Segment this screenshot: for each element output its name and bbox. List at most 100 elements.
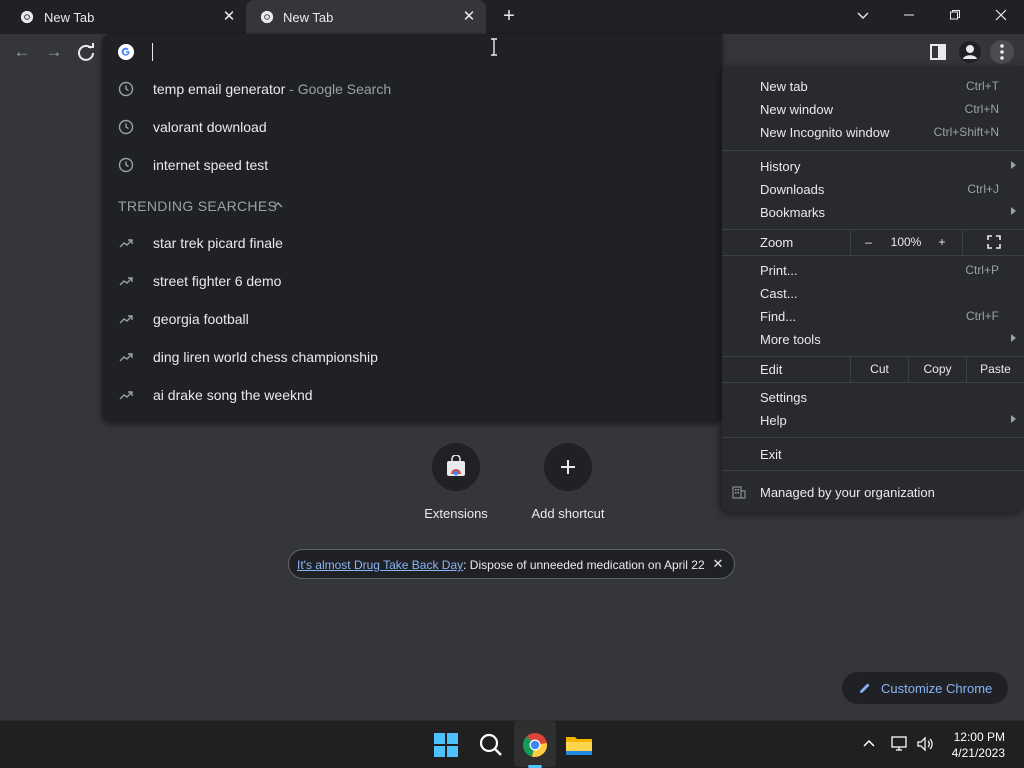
menu-print[interactable]: Print... Ctrl+P (722, 259, 1024, 282)
customize-chrome-button[interactable]: Customize Chrome (842, 672, 1008, 704)
history-icon (118, 81, 134, 97)
trending-text: ai drake song the weeknd (153, 387, 313, 403)
text-cursor (152, 43, 153, 61)
tab-title: New Tab (283, 10, 334, 25)
chrome-icon[interactable] (519, 729, 551, 761)
promo-link[interactable]: It's almost Drug Take Back Day (297, 558, 463, 572)
chrome-menu: New tab Ctrl+T New window Ctrl+N New Inc… (722, 66, 1024, 512)
menu-more-tools[interactable]: More tools (722, 328, 1024, 351)
tab-search-chevron-icon[interactable] (840, 0, 886, 30)
submenu-arrow-icon (1011, 207, 1016, 215)
menu-shortcut: Ctrl+N (964, 102, 999, 116)
suggestion-item[interactable]: valorant download (102, 108, 722, 146)
trending-item[interactable]: ai drake song the weeknd (102, 376, 722, 414)
close-tab-icon[interactable]: ✕ (220, 8, 238, 26)
tab-title: New Tab (44, 10, 95, 25)
zoom-out-button[interactable]: – (850, 229, 886, 255)
menu-label: History (760, 159, 801, 174)
close-icon[interactable]: ✕ (710, 556, 726, 572)
menu-label: Edit (760, 362, 783, 377)
menu-separator (722, 255, 1024, 256)
menu-new-window[interactable]: New window Ctrl+N (722, 98, 1024, 121)
file-explorer-icon[interactable] (563, 729, 595, 761)
tab-1[interactable]: New Tab ✕ (0, 0, 246, 34)
menu-downloads[interactable]: Downloads Ctrl+J (722, 178, 1024, 201)
minimize-icon[interactable] (886, 0, 932, 30)
menu-zoom-row: Zoom – 100% + (722, 229, 1024, 255)
menu-label: Find... (760, 309, 797, 324)
side-panel-icon[interactable] (926, 40, 950, 64)
submenu-arrow-icon (1011, 415, 1016, 423)
windows-start-icon[interactable] (430, 729, 462, 761)
trending-up-icon (119, 239, 133, 248)
fullscreen-button[interactable] (962, 229, 1024, 255)
submenu-arrow-icon (1011, 334, 1016, 342)
trending-up-icon (119, 315, 133, 324)
forward-icon[interactable]: → (42, 40, 66, 64)
menu-label: Bookmarks (760, 205, 826, 220)
menu-label: Print... (760, 263, 798, 278)
menu-label: Cast... (760, 286, 798, 301)
close-window-icon[interactable] (978, 0, 1024, 30)
shortcut-extensions[interactable]: Extensions (406, 443, 506, 533)
menu-label: Managed by your organization (760, 485, 935, 500)
menu-find[interactable]: Find... Ctrl+F (722, 305, 1024, 328)
menu-help[interactable]: Help (722, 409, 1024, 432)
suggestion-text: valorant download (153, 119, 267, 135)
menu-separator (722, 437, 1024, 438)
add-shortcut-button[interactable]: Add shortcut (518, 443, 618, 533)
network-icon[interactable] (890, 735, 910, 753)
menu-managed[interactable]: Managed by your organization (722, 481, 1024, 504)
suggestion-text: internet speed test (153, 157, 269, 173)
paste-button[interactable]: Paste (966, 356, 1024, 382)
zoom-in-button[interactable]: + (926, 229, 958, 255)
menu-label: More tools (760, 332, 821, 347)
chevron-up-icon[interactable] (862, 737, 876, 751)
trending-up-icon (119, 391, 133, 400)
trending-item[interactable]: star trek picard finale (102, 224, 722, 262)
search-icon[interactable] (475, 729, 507, 761)
menu-cast[interactable]: Cast... (722, 282, 1024, 305)
menu-label: Downloads (760, 182, 825, 197)
menu-shortcut: Ctrl+T (966, 79, 999, 93)
suggestion-item[interactable]: temp email generator - Google Search (102, 70, 722, 108)
history-icon (118, 157, 134, 173)
menu-settings[interactable]: Settings (722, 386, 1024, 409)
shortcut-tile (432, 443, 480, 491)
menu-bookmarks[interactable]: Bookmarks (722, 201, 1024, 224)
volume-icon[interactable] (916, 735, 936, 753)
new-tab-plus-icon[interactable]: + (498, 5, 520, 27)
chevron-up-icon[interactable] (270, 197, 286, 213)
menu-label: Zoom (760, 235, 794, 250)
menu-new-incognito[interactable]: New Incognito window Ctrl+Shift+N (722, 121, 1024, 144)
kebab-menu-icon[interactable] (990, 40, 1014, 64)
reload-icon[interactable] (74, 40, 98, 64)
suggestion-item[interactable]: internet speed test (102, 146, 722, 184)
menu-label: New Incognito window (760, 125, 890, 140)
profile-avatar-icon[interactable] (958, 40, 982, 64)
menu-exit[interactable]: Exit (722, 443, 1024, 466)
back-icon[interactable]: ← (10, 40, 34, 64)
fullscreen-icon (986, 235, 1001, 249)
menu-separator (722, 150, 1024, 151)
suggestion-suffix: - Google Search (285, 81, 392, 97)
tab-2-active[interactable]: New Tab ✕ (246, 0, 486, 34)
menu-new-tab[interactable]: New tab Ctrl+T (722, 75, 1024, 98)
menu-label: Help (760, 413, 787, 428)
close-tab-icon[interactable]: ✕ (460, 8, 478, 26)
address-bar-input[interactable] (102, 34, 722, 70)
clock-date: 4/21/2023 (951, 746, 1005, 760)
trending-up-icon (119, 353, 133, 362)
trending-item[interactable]: ding liren world chess championship (102, 338, 722, 376)
trending-item[interactable]: georgia football (102, 300, 722, 338)
menu-edit-row: Edit Cut Copy Paste (722, 356, 1024, 382)
menu-history[interactable]: History (722, 155, 1024, 178)
restore-icon[interactable] (932, 0, 978, 30)
copy-button[interactable]: Copy (908, 356, 966, 382)
trending-text: street fighter 6 demo (153, 273, 282, 289)
menu-label: New tab (760, 79, 808, 94)
system-clock[interactable]: 12:00 PM 4/21/2023 (952, 729, 1005, 761)
taskbar: 12:00 PM 4/21/2023 (0, 720, 1024, 768)
cut-button[interactable]: Cut (850, 356, 908, 382)
trending-item[interactable]: street fighter 6 demo (102, 262, 722, 300)
